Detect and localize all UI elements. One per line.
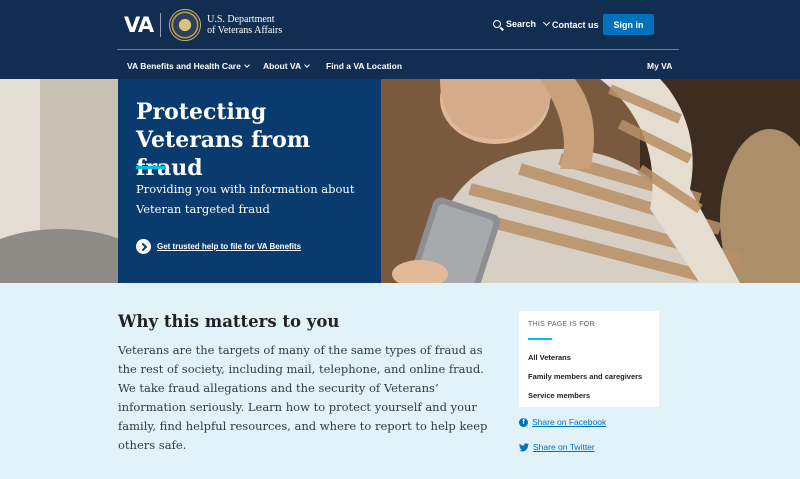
audience-item-service-members: Service members xyxy=(528,391,591,400)
trusted-help-link[interactable]: Get trusted help to file for VA Benefits xyxy=(136,239,301,254)
title-accent-bar xyxy=(136,166,166,169)
nav-about-va[interactable]: About VA xyxy=(263,61,310,71)
nav-my-va[interactable]: My VA xyxy=(647,61,672,71)
chevron-down-icon xyxy=(542,18,551,27)
audience-box: THIS PAGE IS FOR All Veterans Family mem… xyxy=(519,311,659,407)
section-body: Veterans are the targets of many of the … xyxy=(118,343,488,452)
sign-in-button[interactable]: Sign in xyxy=(603,14,654,35)
va-wordmark: VA xyxy=(124,13,154,37)
hero-banner: Protecting Veterans from fraud Providing… xyxy=(0,79,800,283)
share-facebook-label: Share on Facebook xyxy=(532,417,607,427)
chevron-down-icon xyxy=(304,62,310,68)
section-heading: Why this matters to you xyxy=(118,312,340,331)
search-icon xyxy=(493,20,501,28)
page-title: Protecting Veterans from fraud xyxy=(136,99,311,181)
nav-benefits-health-care[interactable]: VA Benefits and Health Care xyxy=(127,61,250,71)
twitter-icon xyxy=(519,442,529,451)
nav-find-location[interactable]: Find a VA Location xyxy=(326,61,402,71)
audience-item-family-caregivers: Family members and caregivers xyxy=(528,372,643,381)
chevron-down-icon xyxy=(244,62,250,68)
nav-benefits-label: VA Benefits and Health Care xyxy=(127,61,241,71)
site-header: VA U.S. Department of Veterans Affairs S… xyxy=(0,0,800,79)
audience-item-all-veterans: All Veterans xyxy=(528,353,571,362)
va-seal-icon xyxy=(169,9,202,41)
share-twitter-label: Share on Twitter xyxy=(533,442,595,452)
share-twitter-link[interactable]: Share on Twitter xyxy=(519,442,595,452)
department-name: U.S. Department of Veterans Affairs xyxy=(207,14,282,36)
hero-subtitle: Providing you with information about Vet… xyxy=(136,182,355,216)
search-button[interactable]: Search xyxy=(493,18,551,29)
va-logo[interactable]: VA U.S. Department of Veterans Affairs xyxy=(124,9,282,41)
search-label: Search xyxy=(506,19,537,29)
department-line-1: U.S. Department xyxy=(207,14,275,25)
audience-label: THIS PAGE IS FOR xyxy=(528,321,595,328)
department-line-2: of Veterans Affairs xyxy=(207,25,283,36)
share-facebook-link[interactable]: f Share on Facebook xyxy=(519,417,606,427)
trusted-help-label: Get trusted help to file for VA Benefits xyxy=(157,242,302,251)
hero-panel: Protecting Veterans from fraud Providing… xyxy=(118,79,381,283)
logo-divider xyxy=(160,13,162,37)
contact-us-link[interactable]: Contact us xyxy=(552,20,599,30)
header-divider xyxy=(117,49,679,50)
arrow-right-circle-icon xyxy=(136,239,151,254)
nav-about-label: About VA xyxy=(263,61,302,71)
audience-accent-bar xyxy=(528,338,552,340)
facebook-icon: f xyxy=(519,417,528,427)
